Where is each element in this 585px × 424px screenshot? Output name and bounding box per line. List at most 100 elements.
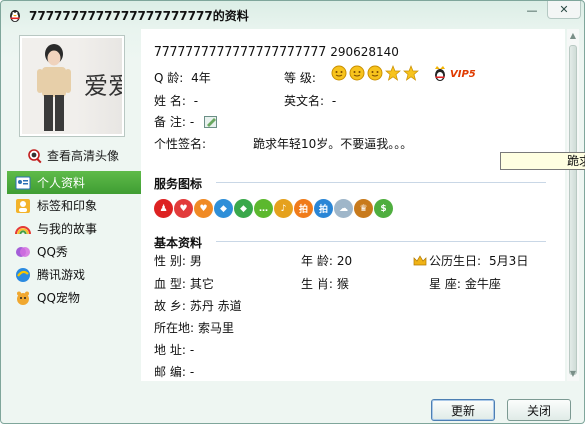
sidebar-item-qqshow[interactable]: QQ秀	[7, 240, 141, 263]
view-hd-label: 查看高清头像	[47, 149, 120, 163]
diamond-blue-icon[interactable]: ◆	[214, 199, 233, 218]
zodiac-row: 生 肖: 猴	[301, 275, 349, 292]
address-row: 地 址: -	[154, 341, 194, 358]
music-icon[interactable]: ♪	[274, 199, 293, 218]
birthday-row: 公历生日: 5月3日	[413, 252, 528, 269]
bid-blue-icon[interactable]: 拍	[314, 199, 333, 218]
qqshow-icon	[16, 246, 30, 257]
remark-label: 备 注:	[154, 115, 186, 129]
signature-label: 个性签名:	[154, 137, 207, 151]
avatar-caption: 爱爱	[84, 72, 122, 100]
bid-orange-icon[interactable]: 拍	[294, 199, 313, 218]
location-row: 所在地: 索马里	[154, 319, 234, 336]
qq-age-label: Q 龄:	[154, 71, 184, 85]
games-icon	[16, 267, 30, 282]
level-icons[interactable]	[331, 65, 419, 81]
remark-row: 备 注: -	[154, 113, 218, 130]
english-name-value: -	[331, 94, 337, 108]
address-label: 地 址:	[154, 343, 186, 357]
window-title: 7777777777777777777777的资料	[29, 9, 249, 23]
minimize-button[interactable]: —	[519, 1, 545, 19]
constellation-row: 星 座: 金牛座	[429, 275, 501, 292]
close-window-button[interactable]: ✕	[547, 1, 581, 19]
blood-label: 血 型:	[154, 277, 186, 291]
edit-remark-icon[interactable]	[204, 115, 218, 128]
service-icons: ♟ ♥ ♥ ◆ ◆ … ♪ 拍 拍 ☁ ♛ $	[154, 199, 393, 218]
close-button[interactable]: 关闭	[507, 399, 571, 421]
sun-icon	[349, 65, 365, 81]
refresh-button[interactable]: 更新	[431, 399, 495, 421]
sidebar-item-label: 标签和印象	[37, 199, 98, 213]
scroll-down-arrow-icon[interactable]: ▼	[568, 369, 578, 379]
zodiac-label: 生 肖:	[301, 277, 333, 291]
scroll-up-arrow-icon[interactable]: ▲	[568, 31, 578, 41]
qq-number: 290628140	[330, 45, 399, 59]
magnifier-penguin-icon	[28, 148, 42, 163]
qq-age-value: 4年	[191, 71, 211, 85]
gender-row: 性 别: 男	[154, 252, 202, 269]
postcode-row: 邮 编: -	[154, 363, 194, 380]
sidebar-item-tags[interactable]: 标签和印象	[7, 194, 141, 217]
view-hd-avatar-link[interactable]: 查看高清头像	[27, 147, 119, 164]
penguin-icon[interactable]: ♟	[154, 199, 173, 218]
sidebar-item-profile[interactable]: 个人资料	[7, 171, 141, 194]
hometown-value: 苏丹 赤道	[189, 299, 242, 313]
postcode-value: -	[189, 365, 195, 379]
heart-red-icon[interactable]: ♥	[174, 199, 193, 218]
trophy-icon[interactable]: ♛	[354, 199, 373, 218]
cloud-icon[interactable]: ☁	[334, 199, 353, 218]
services-divider	[216, 182, 546, 183]
age-value: 20	[336, 254, 353, 268]
rainbow-icon	[15, 225, 31, 234]
name-row: 姓 名: -	[154, 92, 198, 109]
basic-divider	[216, 241, 546, 242]
vip-level: VIP5	[450, 68, 476, 80]
constellation-value: 金牛座	[464, 277, 501, 291]
services-section-title: 服务图标	[154, 177, 203, 191]
vip-penguin-icon	[435, 66, 445, 81]
sun-icon	[331, 65, 347, 81]
diamond-green-icon[interactable]: ◆	[234, 199, 253, 218]
content-scrollbar[interactable]: ▲ ▼	[567, 29, 579, 381]
sidebar-item-games[interactable]: 腾讯游戏	[7, 263, 141, 286]
qq-penguin-icon	[10, 10, 20, 22]
address-value: -	[189, 343, 195, 357]
profile-content: 7777777777777777777777 290628140 Q 龄: 4年 …	[141, 29, 565, 381]
left-pane: 爱爱 查看高清头像 个人资料 标签和印象 与我的故事 QQ秀 腾讯游戏 QQ宠物	[7, 31, 143, 387]
pet-icon	[17, 291, 29, 305]
star-icon	[385, 65, 401, 81]
chat-bubble-icon[interactable]: …	[254, 199, 273, 218]
sun-icon	[367, 65, 383, 81]
level-row: 等 级:	[284, 69, 316, 86]
title-bar[interactable]: 7777777777777777777777的资料 — ✕	[1, 1, 584, 29]
name-label: 姓 名:	[154, 94, 186, 108]
level-label: 等 级:	[284, 71, 316, 85]
age-label: 年 龄:	[301, 254, 333, 268]
star-icon	[403, 65, 419, 81]
signature-tooltip: 跪求	[500, 152, 585, 170]
sidebar-item-pet[interactable]: QQ宠物	[7, 286, 141, 309]
coins-icon[interactable]: $	[374, 199, 393, 218]
blood-row: 血 型: 其它	[154, 275, 214, 292]
age-row: 年 龄: 20	[301, 252, 352, 269]
birthday-value: 5月3日	[489, 254, 529, 268]
crown-icon	[413, 254, 427, 265]
hometown-label: 故 乡:	[154, 299, 186, 313]
constellation-label: 星 座:	[429, 277, 461, 291]
sidebar-item-label: 腾讯游戏	[37, 268, 86, 282]
birthday-label: 公历生日:	[429, 254, 482, 268]
postcode-label: 邮 编:	[154, 365, 186, 379]
sidebar-item-label: 个人资料	[37, 176, 86, 190]
sidebar-item-story[interactable]: 与我的故事	[7, 217, 141, 240]
hometown-row: 故 乡: 苏丹 赤道	[154, 297, 242, 314]
name-value: -	[193, 94, 199, 108]
heart-orange-icon[interactable]: ♥	[194, 199, 213, 218]
sidebar-nav: 个人资料 标签和印象 与我的故事 QQ秀 腾讯游戏 QQ宠物	[7, 171, 141, 309]
vip-badge[interactable]: VIP5	[432, 66, 476, 82]
gender-label: 性 别:	[154, 254, 186, 268]
scrollbar-thumb[interactable]	[569, 45, 577, 375]
remark-value: -	[189, 114, 195, 129]
profile-window: 7777777777777777777777的资料 — ✕ 爱爱 查看高清头像 …	[0, 0, 585, 424]
avatar[interactable]: 爱爱	[19, 35, 125, 137]
english-name-row: 英文名: -	[284, 92, 336, 109]
